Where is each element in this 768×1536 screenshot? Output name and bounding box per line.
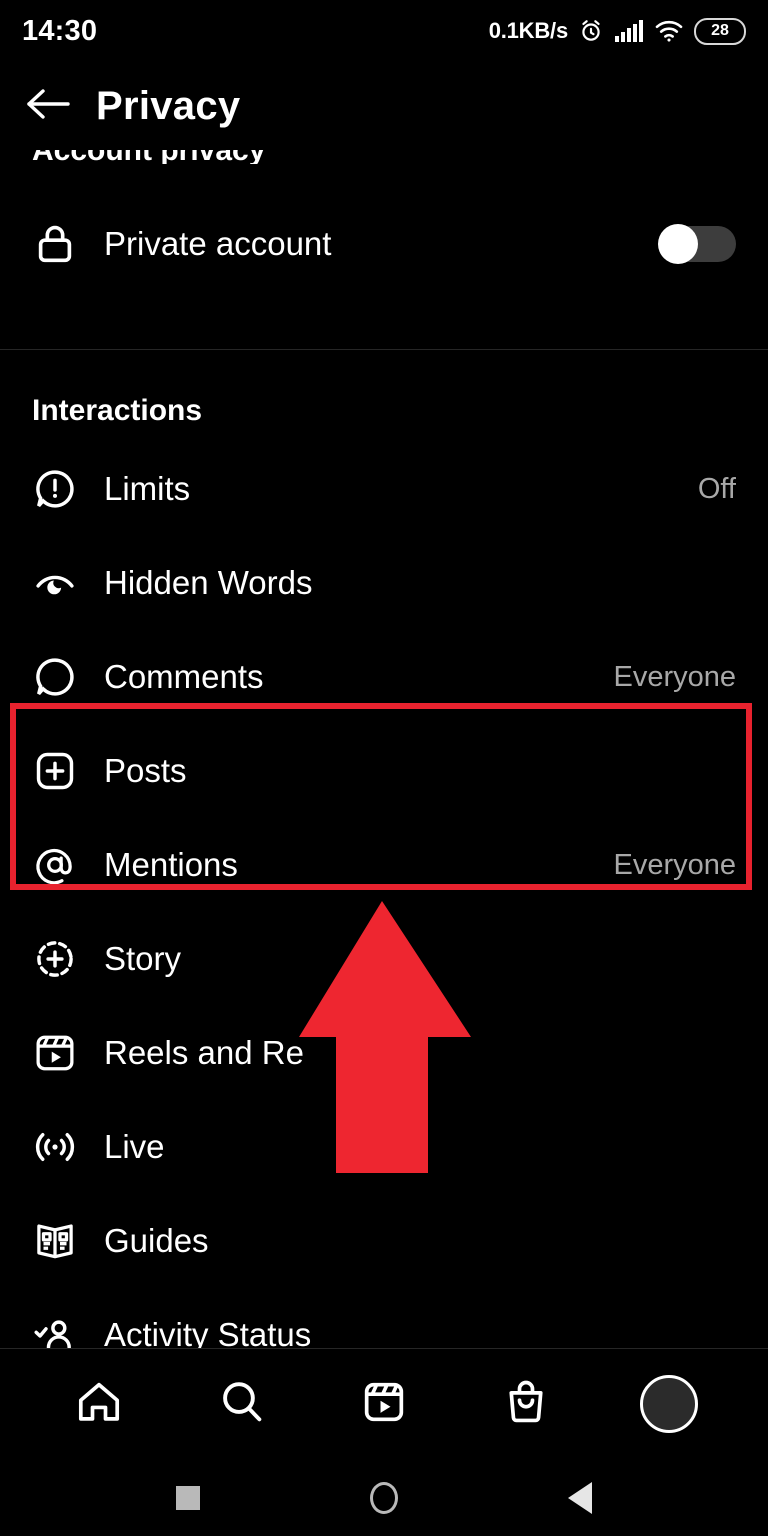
network-speed-text: 0.1KB/s [488, 18, 569, 43]
story-plus-icon [32, 936, 92, 982]
row-label-hidden-words: Hidden Words [104, 564, 313, 601]
private-account-toggle[interactable] [658, 224, 736, 264]
row-comments[interactable]: Comments Everyone [0, 630, 768, 724]
row-posts[interactable]: Posts [0, 724, 768, 818]
status-indicators: 0.1KB/s 28 [488, 17, 746, 45]
battery-level-text: 28 [711, 22, 729, 39]
section-title-account-privacy: Account privacy [32, 150, 265, 164]
recents-button[interactable] [160, 1470, 216, 1526]
row-mentions[interactable]: Mentions Everyone [0, 818, 768, 912]
back-button[interactable] [0, 84, 96, 129]
nav-home-button[interactable] [57, 1362, 141, 1446]
phone-screen: 14:30 0.1KB/s 28 Privacy Private account… [0, 0, 768, 1536]
row-hidden-words[interactable]: Hidden Words [0, 536, 768, 630]
reels-nav-icon [358, 1376, 410, 1433]
battery-indicator: 28 [694, 17, 746, 45]
activity-status-icon [32, 1312, 92, 1348]
nav-shop-button[interactable] [484, 1362, 568, 1446]
hidden-words-icon [32, 560, 92, 606]
section-title-interactions: Interactions [32, 394, 203, 427]
lock-icon [32, 221, 92, 267]
alarm-clock-icon [578, 18, 604, 44]
comment-icon [32, 654, 92, 700]
status-bar: 14:30 0.1KB/s 28 [0, 0, 768, 62]
live-broadcast-icon [32, 1124, 92, 1170]
nav-search-button[interactable] [200, 1362, 284, 1446]
row-label-guides: Guides [104, 1222, 209, 1259]
row-story[interactable]: Story [0, 912, 768, 1006]
cellular-signal-icon [614, 19, 644, 43]
row-label-private-account: Private account [104, 225, 332, 262]
row-private-account[interactable]: Private account [0, 197, 768, 291]
recents-square-icon [176, 1485, 200, 1510]
bottom-navigation-bar [0, 1349, 768, 1459]
row-value-comments: Everyone [613, 660, 736, 693]
row-value-limits: Off [697, 472, 736, 505]
row-value-mentions: Everyone [613, 848, 736, 881]
search-icon [216, 1376, 268, 1433]
back-triangle-icon [568, 1481, 592, 1514]
row-label-mentions: Mentions [104, 846, 238, 883]
row-label-comments: Comments [104, 658, 264, 695]
page-title: Privacy [96, 83, 241, 128]
nav-profile-button[interactable] [627, 1362, 711, 1446]
toggle-knob [658, 224, 698, 264]
home-icon [73, 1376, 125, 1433]
system-home-button[interactable] [356, 1470, 412, 1526]
page-header: Privacy [0, 62, 768, 150]
row-guides[interactable]: Guides [0, 1194, 768, 1288]
row-activity-status[interactable]: Activity Status [0, 1288, 768, 1348]
settings-scroll-area[interactable]: Account privacy Private account Interact… [0, 150, 768, 1348]
shop-bag-icon [500, 1376, 552, 1433]
profile-avatar-icon [639, 1375, 698, 1433]
mentions-at-icon [32, 842, 92, 888]
row-label-live: Live [104, 1128, 165, 1165]
row-label-reels: Reels and Re [104, 1034, 304, 1071]
row-label-posts: Posts [104, 752, 187, 789]
nav-reels-button[interactable] [342, 1362, 426, 1446]
row-live[interactable]: Live [0, 1100, 768, 1194]
row-label-limits: Limits [104, 470, 191, 507]
system-back-button[interactable] [552, 1470, 608, 1526]
row-limits[interactable]: Limits Off [0, 442, 768, 536]
back-arrow-icon [24, 84, 72, 129]
posts-plus-icon [32, 748, 92, 794]
status-time: 14:30 [22, 14, 98, 47]
wifi-icon [654, 19, 684, 43]
row-label-activity-status: Activity Status [104, 1316, 312, 1348]
home-circle-icon [370, 1481, 398, 1514]
reels-icon [32, 1030, 92, 1076]
row-reels[interactable]: Reels and Re [0, 1006, 768, 1100]
limits-icon [32, 466, 92, 512]
android-system-nav [0, 1459, 768, 1536]
row-label-story: Story [104, 940, 182, 977]
guides-book-icon [32, 1218, 92, 1264]
